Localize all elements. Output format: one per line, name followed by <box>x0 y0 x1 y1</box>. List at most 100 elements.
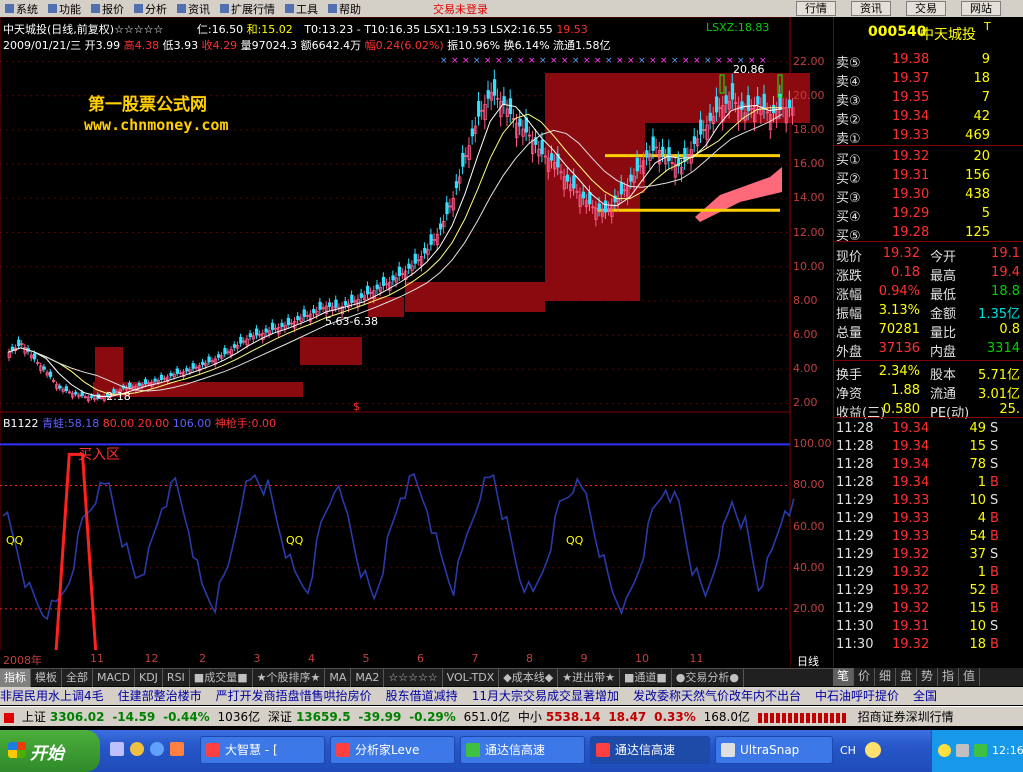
news-item[interactable]: 发改委称天然气价改年内不出台 <box>633 689 801 703</box>
candle-body <box>461 152 465 167</box>
stat-value: 70281 <box>878 322 920 337</box>
stat-label: 最低 <box>930 288 957 303</box>
quick-launch-icon-4[interactable] <box>170 742 184 756</box>
trade-status[interactable]: 交易未登录 <box>428 1 493 17</box>
task-fenxijia[interactable]: 分析家Leve <box>330 736 455 764</box>
indicator-tab[interactable]: 全部 <box>62 668 93 687</box>
menu-analysis[interactable]: 分析 <box>129 1 172 17</box>
task-tongdaxin-1[interactable]: 通达信高速 <box>460 736 585 764</box>
indicator-tab[interactable]: ■成交量■ <box>190 668 253 687</box>
menu-quote[interactable]: 报价 <box>86 1 129 17</box>
tick-side: S <box>990 493 999 508</box>
task-tongdaxin-2[interactable]: 通达信高速 <box>590 736 710 764</box>
right-tab[interactable]: 笔 <box>833 668 854 686</box>
price-chart[interactable]: × × × × × × × × × × × × × × × × × × × × × × × × × × × × × × <box>0 17 833 412</box>
book-volume: 20 <box>973 149 990 164</box>
hdr-lsxz: LSXZ:18.83 <box>706 21 770 34</box>
book-row[interactable]: 卖④ 19.37 18 <box>834 70 1023 90</box>
quick-launch-icon-2[interactable] <box>130 742 144 756</box>
tick-list[interactable]: 11:28 19.34 49 S 11:28 19.34 15 S 11:28 19.34 78 S 1… <box>834 417 1023 665</box>
news-item[interactable]: 非居民用水上调4毛 <box>0 689 104 703</box>
task-dazhihui[interactable]: 大智慧 - [ <box>200 736 325 764</box>
news-item[interactable]: 严打开发商捂盘惜售哄抬房价 <box>216 689 372 703</box>
menu-help[interactable]: 帮助 <box>323 1 366 17</box>
menu-system[interactable]: 系统 <box>0 1 43 17</box>
task-ultrasnap[interactable]: UltraSnap <box>715 736 833 764</box>
indicator-tab[interactable]: ★进出带★ <box>558 668 620 687</box>
right-tab[interactable]: 细 <box>875 668 896 686</box>
indicator-tab[interactable]: KDJ <box>135 668 163 687</box>
ie-icon[interactable] <box>150 742 164 756</box>
news-item[interactable]: 住建部整治楼市 <box>118 689 202 703</box>
news-item[interactable]: 中石油呼吁提价 <box>815 689 899 703</box>
oscillator-panel[interactable]: B1122 青蛙:58.18 80.00 20.00 106.00 神枪手:0.… <box>0 412 833 668</box>
indicator-tab[interactable]: ☆☆☆☆☆ <box>384 668 443 687</box>
news-button[interactable]: 资讯 <box>851 1 891 16</box>
start-button[interactable]: 开始 <box>0 730 100 772</box>
indicator-tab[interactable]: 指标 <box>0 668 31 687</box>
book-label: 卖② <box>836 113 861 128</box>
stat-label: PE(动) <box>930 406 970 421</box>
menu-info[interactable]: 资讯 <box>172 1 215 17</box>
network-icon[interactable] <box>974 744 987 757</box>
book-row[interactable]: 买② 19.31 156 <box>834 167 1023 187</box>
indicator-tab[interactable]: MACD <box>93 668 135 687</box>
right-tab[interactable]: 值 <box>959 668 980 686</box>
indicator-tab[interactable]: ●交易分析● <box>672 668 744 687</box>
tick-volume: 54 <box>969 529 986 544</box>
right-tab[interactable]: 势 <box>917 668 938 686</box>
time-tick: 9 <box>580 652 588 665</box>
ultrasnap-icon <box>721 743 735 757</box>
candle-body <box>708 112 712 121</box>
indicator-tab[interactable]: ◆成本线◆ <box>499 668 559 687</box>
book-row[interactable]: 买① 19.32 20 <box>834 148 1023 168</box>
book-label: 买① <box>836 153 861 168</box>
website-button[interactable]: 网站 <box>961 1 1001 16</box>
annot-range: 5.63-6.38 <box>325 315 378 328</box>
news-item[interactable]: 股东借道减持 <box>386 689 458 703</box>
speaker-icon[interactable] <box>956 744 969 757</box>
stock-code: 000540 <box>868 24 927 40</box>
book-row[interactable]: 卖⑤ 19.38 9 <box>834 51 1023 71</box>
indicator-tab[interactable]: ★个股排序★ <box>253 668 326 687</box>
signal-marker: × <box>550 56 558 66</box>
news-item[interactable]: 全国 <box>913 689 937 703</box>
indicator-tab[interactable]: MA2 <box>351 668 385 687</box>
indicator-tab[interactable]: RSI <box>163 668 190 687</box>
candle-body <box>565 174 570 182</box>
hdr-t0: T0:13.23 <box>304 23 354 36</box>
right-tab[interactable]: 盘 <box>896 668 917 686</box>
indicator-tab[interactable]: ■通道■ <box>620 668 672 687</box>
clock[interactable]: 12:16 <box>992 744 1023 757</box>
price-chart-panel[interactable]: × × × × × × × × × × × × × × × × × × × × × × × × × × × × × × 中天城投(日线,前… <box>0 17 833 413</box>
right-tab[interactable]: 指 <box>938 668 959 686</box>
help-tray-icon[interactable] <box>865 742 881 758</box>
news-item[interactable]: 11月大宗交易成交显著增加 <box>472 689 619 703</box>
book-row[interactable]: 卖① 19.33 469 <box>834 127 1023 147</box>
menu-extended-market[interactable]: 扩展行情 <box>215 1 280 17</box>
indicator-tab[interactable]: MA <box>325 668 352 687</box>
book-row[interactable]: 买⑤ 19.28 125 <box>834 224 1023 244</box>
market-button[interactable]: 行情 <box>796 1 836 16</box>
time-tick: 7 <box>471 652 479 665</box>
book-row[interactable]: 买③ 19.30 438 <box>834 186 1023 206</box>
book-row[interactable]: 买④ 19.29 5 <box>834 205 1023 225</box>
quick-launch-icon-1[interactable] <box>110 742 124 756</box>
trade-button[interactable]: 交易 <box>906 1 946 16</box>
book-row[interactable]: 卖② 19.34 42 <box>834 108 1023 128</box>
right-tab[interactable]: 价 <box>854 668 875 686</box>
menu-tools[interactable]: 工具 <box>280 1 323 17</box>
signal-marker: × <box>539 56 547 66</box>
language-indicator[interactable]: CH <box>840 744 856 757</box>
tongdaxin-icon <box>466 743 480 757</box>
menu-function[interactable]: 功能 <box>43 1 86 17</box>
news-ticker[interactable]: 非居民用水上调4毛 住建部整治楼市 严打开发商捂盘惜售哄抬房价 股东借道减持 11月大宗… <box>0 687 1023 705</box>
tray-icon-1[interactable] <box>938 744 951 757</box>
book-row[interactable]: 卖③ 19.35 7 <box>834 89 1023 109</box>
book-volume: 469 <box>965 128 990 143</box>
indicator-tab[interactable]: 模板 <box>31 668 62 687</box>
period-label[interactable]: 日线 <box>797 653 819 669</box>
indicator-tab[interactable]: VOL-TDX <box>443 668 500 687</box>
oscillator-chart[interactable] <box>0 412 833 668</box>
stat-label: 换手 <box>836 368 863 383</box>
